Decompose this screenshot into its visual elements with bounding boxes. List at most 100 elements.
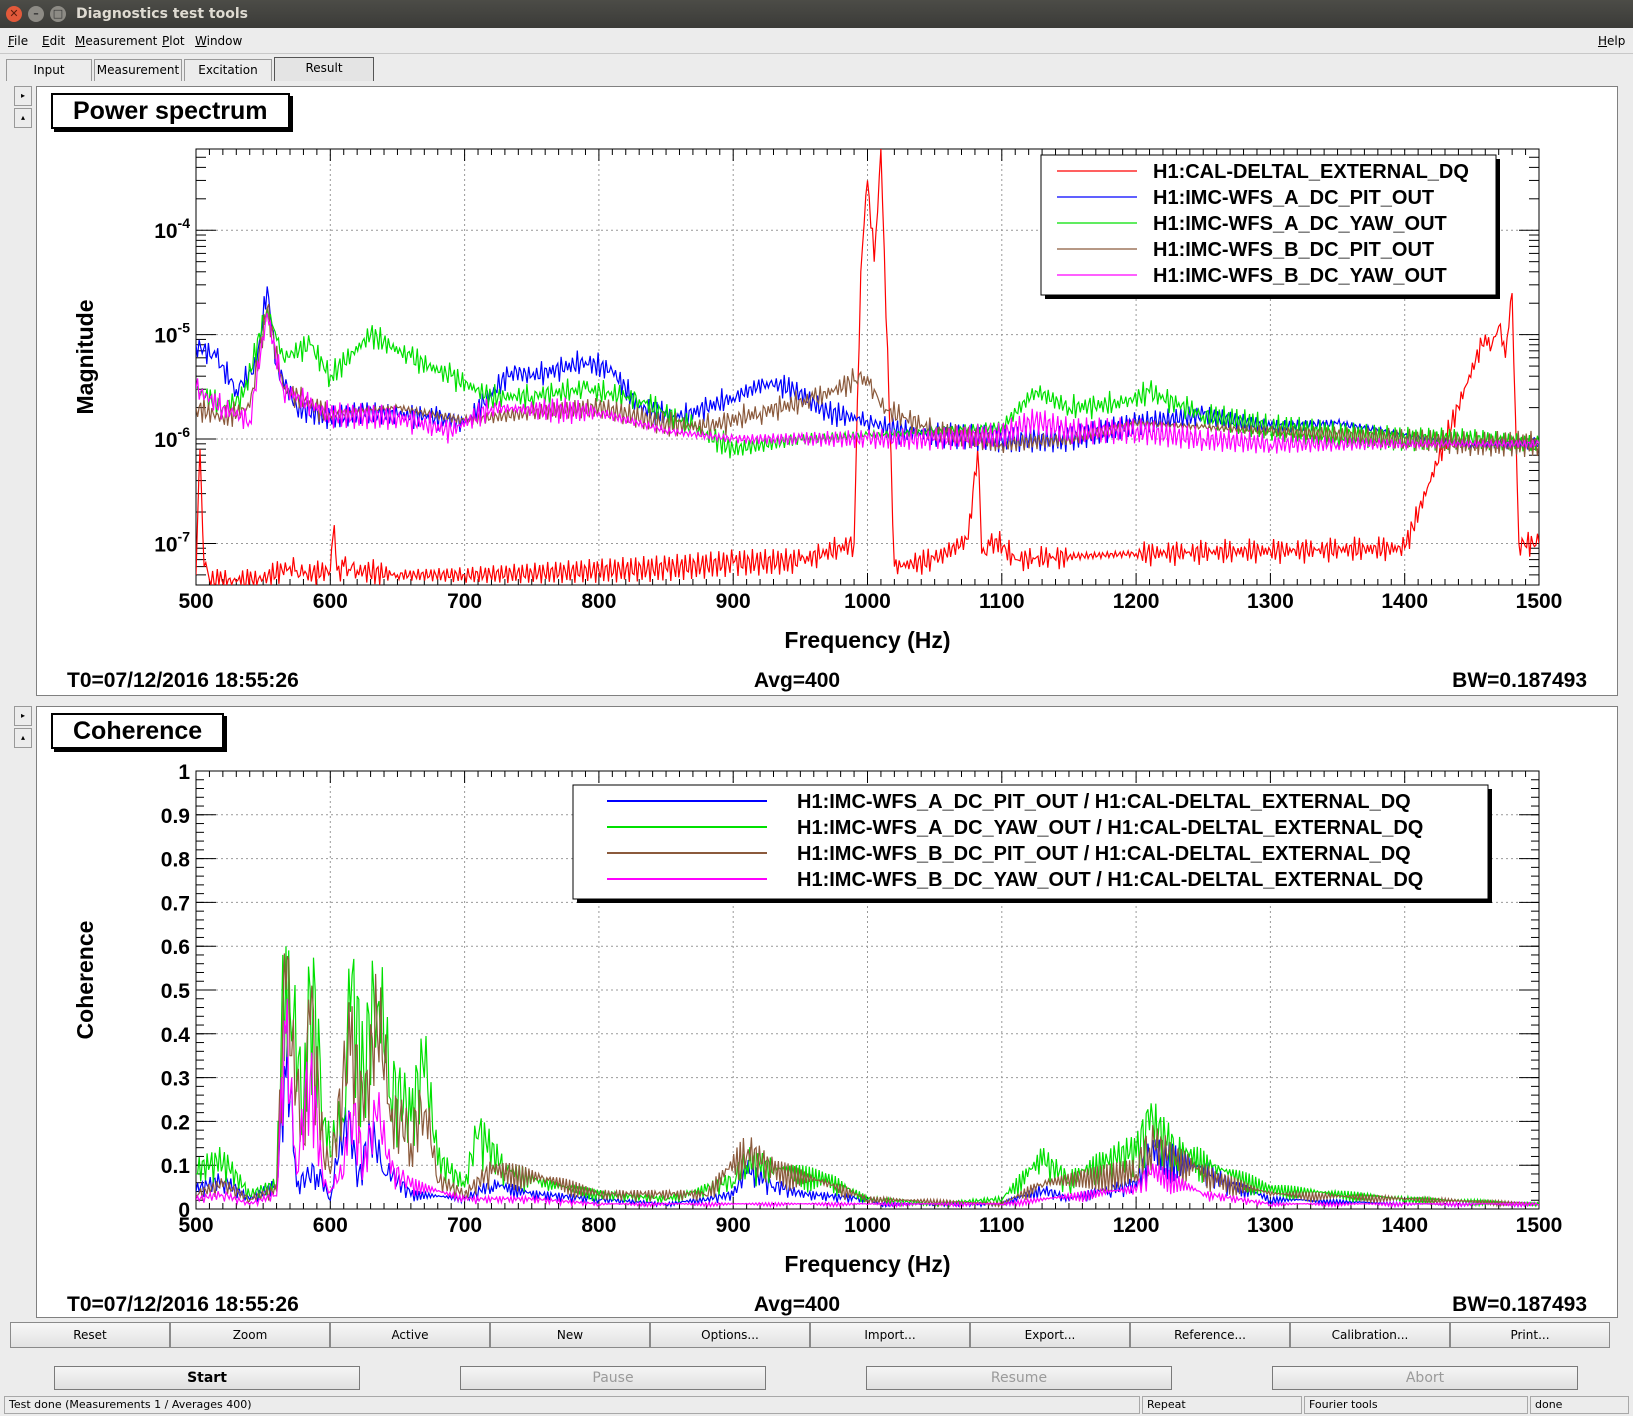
x-tick-label: 1100 (979, 590, 1025, 613)
y-tick-label: 10-7 (154, 528, 190, 556)
status-message: Test done (Measurements 1 / Averages 400… (4, 1396, 1140, 1414)
legend-entry: H1:IMC-WFS_B_DC_YAW_OUT / H1:CAL-DELTAL_… (797, 869, 1423, 891)
status-state: done (1530, 1396, 1629, 1414)
x-tick-label: 1100 (979, 1214, 1025, 1237)
tab-measurement[interactable]: Measurement (94, 59, 182, 81)
bw-label: BW=0.187493 (1452, 669, 1587, 692)
menu-window[interactable]: Window (195, 34, 242, 48)
pad1-expand-arrow-icon[interactable]: ▸ (14, 86, 32, 106)
y-tick-label: 0.8 (161, 849, 191, 872)
x-tick-label: 1300 (1247, 590, 1294, 613)
tab-result[interactable]: Result (274, 57, 374, 81)
y-tick-label: 10-4 (154, 215, 190, 243)
avg-label: Avg=400 (754, 1293, 840, 1316)
power-spectrum-chart[interactable]: 500 600 700 800 900 1000 1100 1200 1300 1400 1500 1… (37, 87, 1617, 695)
status-mode: Repeat (1142, 1396, 1302, 1414)
coherence-pad[interactable]: Coherence 500 600 700 800 900 1000 1100 1200 130… (36, 706, 1618, 1318)
legend-entry: H1:IMC-WFS_A_DC_YAW_OUT / H1:CAL-DELTAL_… (797, 817, 1423, 839)
x-tick-label: 600 (313, 590, 348, 613)
window-title: Diagnostics test tools (76, 6, 248, 22)
action-print-button[interactable]: Print... (1450, 1322, 1610, 1348)
y-tick-label: 0.5 (161, 980, 191, 1003)
x-axis-label: Frequency (Hz) (784, 1251, 950, 1277)
legend-entry: H1:IMC-WFS_B_DC_PIT_OUT / H1:CAL-DELTAL_… (797, 843, 1411, 865)
y-tick-label: 0.4 (161, 1024, 191, 1047)
legend-entry: H1:IMC-WFS_B_DC_YAW_OUT (1153, 265, 1447, 287)
abort-button[interactable]: Abort (1272, 1366, 1578, 1390)
avg-label: Avg=400 (754, 669, 840, 692)
tab-input[interactable]: Input (6, 59, 92, 81)
x-tick-label: 700 (447, 1214, 482, 1237)
x-tick-label: 800 (581, 590, 616, 613)
pad2-expand-arrow-icon[interactable]: ▸ (14, 706, 32, 726)
legend-entry: H1:IMC-WFS_A_DC_YAW_OUT (1153, 213, 1447, 235)
menu-help[interactable]: Help (1598, 34, 1625, 48)
x-tick-label: 1000 (844, 590, 891, 613)
action-reference-button[interactable]: Reference... (1130, 1322, 1290, 1348)
y-tick-label: 0.6 (161, 936, 190, 959)
t0-label: T0=07/12/2016 18:55:26 (67, 1293, 299, 1316)
y-tick-label: 0.1 (161, 1155, 191, 1178)
action-import-button[interactable]: Import... (810, 1322, 970, 1348)
status-bar: Test done (Measurements 1 / Averages 400… (0, 1396, 1633, 1416)
legend-entry: H1:IMC-WFS_B_DC_PIT_OUT (1153, 239, 1434, 261)
action-export-button[interactable]: Export... (970, 1322, 1130, 1348)
coherence-chart[interactable]: 500 600 700 800 900 1000 1100 1200 1300 1400 15000… (37, 707, 1617, 1317)
action-new-button[interactable]: New (490, 1322, 650, 1348)
x-tick-label: 500 (178, 590, 213, 613)
menu-plot[interactable]: Plot (162, 34, 185, 48)
y-tick-label: 0.7 (161, 892, 190, 915)
x-tick-label: 700 (447, 590, 482, 613)
x-tick-label: 900 (716, 1214, 751, 1237)
y-tick-label: 0.9 (161, 805, 190, 828)
x-tick-label: 1400 (1381, 1214, 1428, 1237)
menu-bar: File Edit Measurement Plot Window Help (0, 28, 1633, 54)
t0-label: T0=07/12/2016 18:55:26 (67, 669, 299, 692)
y-axis-label: Coherence (72, 921, 98, 1040)
y-tick-label: 0.2 (161, 1111, 190, 1134)
menu-edit[interactable]: Edit (42, 34, 65, 48)
x-tick-label: 1200 (1113, 590, 1160, 613)
x-tick-label: 1300 (1247, 1214, 1294, 1237)
pad1-side-controls: ▸ ▴ (14, 86, 32, 130)
action-active-button[interactable]: Active (330, 1322, 490, 1348)
y-axis-label: Magnitude (72, 300, 98, 415)
legend-entry: H1:IMC-WFS_A_DC_PIT_OUT (1153, 187, 1434, 209)
pad1-collapse-arrow-icon[interactable]: ▴ (14, 108, 32, 128)
resume-button[interactable]: Resume (866, 1366, 1172, 1390)
bw-label: BW=0.187493 (1452, 1293, 1587, 1316)
plot-action-bar: Reset Zoom Active New Options... Import... Exp… (10, 1322, 1620, 1348)
x-tick-label: 900 (716, 590, 751, 613)
menu-file[interactable]: File (8, 34, 28, 48)
x-tick-label: 1500 (1516, 590, 1563, 613)
status-tool: Fourier tools (1304, 1396, 1528, 1414)
pad2-collapse-arrow-icon[interactable]: ▴ (14, 728, 32, 748)
y-tick-label: 1 (178, 761, 190, 784)
y-tick-label: 10-5 (154, 320, 190, 348)
y-tick-label: 10-6 (154, 424, 190, 452)
minimize-window-icon[interactable]: – (28, 6, 44, 22)
legend-entry: H1:CAL-DELTAL_EXTERNAL_DQ (1153, 161, 1469, 183)
x-tick-label: 1400 (1381, 590, 1428, 613)
power-spectrum-pad[interactable]: Power spectrum 500 600 700 800 900 1000 1100 12… (36, 86, 1618, 696)
y-tick-label: 0 (178, 1199, 190, 1222)
x-axis-label: Frequency (Hz) (784, 627, 950, 653)
pad2-side-controls: ▸ ▴ (14, 706, 32, 750)
x-tick-label: 1000 (844, 1214, 891, 1237)
close-window-icon[interactable]: ✕ (6, 6, 22, 22)
action-calibration-button[interactable]: Calibration... (1290, 1322, 1450, 1348)
action-zoom-button[interactable]: Zoom (170, 1322, 330, 1348)
x-tick-label: 1200 (1113, 1214, 1160, 1237)
action-options-button[interactable]: Options... (650, 1322, 810, 1348)
maximize-window-icon[interactable]: □ (50, 6, 66, 22)
pause-button[interactable]: Pause (460, 1366, 766, 1390)
y-tick-label: 0.3 (161, 1068, 190, 1091)
x-tick-label: 600 (313, 1214, 348, 1237)
start-button[interactable]: Start (54, 1366, 360, 1390)
tab-excitation[interactable]: Excitation (184, 59, 272, 81)
window-titlebar: ✕ – □ Diagnostics test tools (0, 0, 1633, 28)
x-tick-label: 800 (581, 1214, 616, 1237)
menu-measurement[interactable]: Measurement (75, 34, 157, 48)
action-reset-button[interactable]: Reset (10, 1322, 170, 1348)
run-control-bar: Start Pause Resume Abort (0, 1366, 1633, 1392)
